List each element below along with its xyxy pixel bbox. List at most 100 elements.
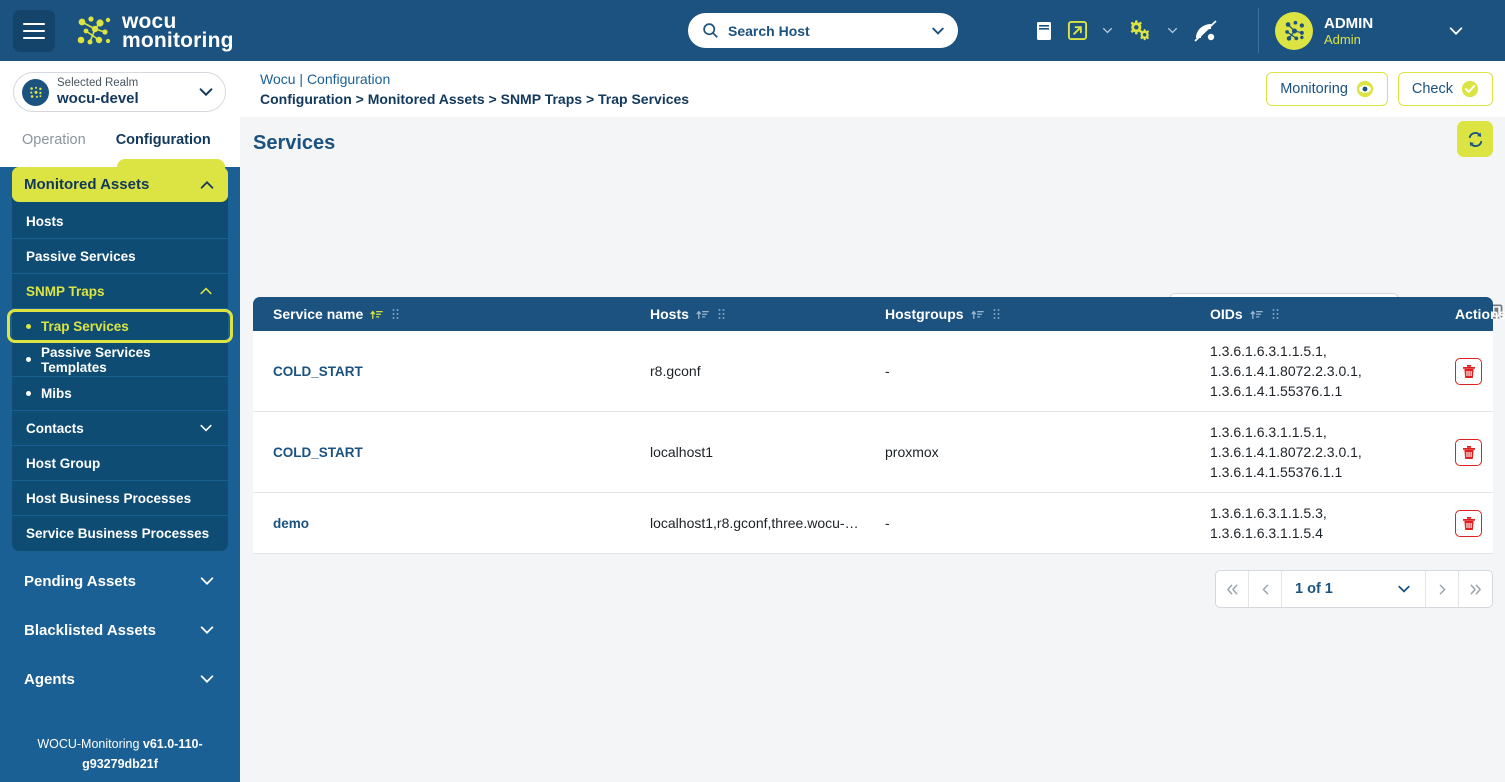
cell-hostgroups: -	[873, 492, 1198, 554]
sidebar-item-passive-services[interactable]: Passive Services	[12, 239, 228, 274]
check-circle-icon	[1461, 80, 1479, 98]
bullet-icon	[26, 357, 31, 362]
sidebar-group-blacklisted-assets[interactable]: Blacklisted Assets	[12, 611, 228, 649]
services-table-wrapper: Service name Hosts Hostgroups OIDs Actio…	[253, 297, 1505, 554]
pagination-first-button[interactable]	[1216, 571, 1249, 607]
external-link-chevron-icon[interactable]	[1097, 20, 1118, 41]
pagination-last-button[interactable]	[1459, 571, 1492, 607]
pagination-prev-button[interactable]	[1249, 571, 1282, 607]
column-header-hostgroups[interactable]: Hostgroups	[873, 297, 1198, 331]
eye-icon	[1356, 80, 1373, 98]
column-header-service-name[interactable]: Service name	[253, 297, 638, 331]
double-chevron-right-icon	[1470, 584, 1481, 594]
table-body: COLD_START r8.gconf - 1.3.6.1.6.3.1.1.5.…	[253, 331, 1493, 554]
cell-hostgroups: proxmox	[873, 411, 1198, 493]
chevron-down-icon[interactable]	[930, 23, 946, 39]
hosts-value: localhost1	[650, 444, 714, 460]
sort-icon[interactable]	[696, 307, 710, 321]
services-table: Service name Hosts Hostgroups OIDs Actio…	[253, 297, 1505, 554]
delete-button[interactable]	[1455, 357, 1482, 385]
pagination-next-button[interactable]	[1426, 571, 1459, 607]
sidebar-tabs: Operation Configuration	[0, 123, 240, 175]
brand-logo[interactable]: wocu monitoring	[77, 11, 234, 52]
chevron-down-icon	[200, 577, 214, 585]
page-header: Services	[240, 117, 1505, 169]
hamburger-menu-icon[interactable]	[13, 9, 55, 52]
gears-chevron-icon[interactable]	[1162, 20, 1183, 41]
external-link-icon[interactable]	[1063, 16, 1092, 45]
sidebar-item-trap-services[interactable]: Trap Services	[7, 309, 233, 343]
drag-handle-icon[interactable]	[717, 307, 726, 321]
sidebar-item-passive-services-templates[interactable]: Passive Services Templates	[12, 343, 228, 377]
cell-service-name: COLD_START	[253, 331, 638, 412]
sidebar-item-mibs[interactable]: Mibs	[12, 377, 228, 411]
app-version: WOCU-Monitoring v61.0-110-g93279db21f	[0, 734, 240, 774]
drag-handle-icon[interactable]	[1271, 307, 1280, 321]
sort-icon[interactable]	[971, 307, 985, 321]
drag-handle-icon[interactable]	[992, 307, 1001, 321]
cell-service-name: demo	[253, 492, 638, 554]
realm-chevron-down-icon[interactable]	[197, 83, 215, 101]
host-search-input[interactable]: Search Host	[688, 13, 958, 48]
sidebar-item-label: SNMP Traps	[26, 283, 105, 299]
sidebar-group-agents[interactable]: Agents	[12, 660, 228, 698]
sidebar-item-host-business-processes[interactable]: Host Business Processes	[12, 481, 228, 516]
trash-icon	[1462, 364, 1475, 378]
topbar-divider	[1258, 8, 1259, 53]
sort-icon[interactable]	[370, 307, 384, 321]
tab-configuration[interactable]: Configuration	[116, 123, 211, 148]
sidebar-group-pending-assets[interactable]: Pending Assets	[12, 562, 228, 600]
user-role: Admin	[1324, 32, 1361, 47]
sidebar-item-snmp-traps[interactable]: SNMP Traps	[12, 274, 228, 309]
brand-line2: monitoring	[122, 28, 234, 52]
delete-button[interactable]	[1455, 509, 1482, 537]
drag-handle-icon[interactable]	[391, 307, 400, 321]
chevron-right-icon	[1439, 584, 1445, 594]
sidebar-group-monitored-assets[interactable]: Monitored Assets	[12, 167, 228, 202]
user-chevron-down-icon[interactable]	[1447, 22, 1465, 40]
sidebar: Selected Realm wocu-devel Operation Conf…	[0, 61, 240, 782]
realm-selector[interactable]: Selected Realm wocu-devel	[13, 72, 226, 112]
table-row[interactable]: demo localhost1,r8.gconf,three.wocu-mo… …	[253, 492, 1493, 554]
check-button[interactable]: Check	[1397, 72, 1493, 106]
service-link[interactable]: COLD_START	[273, 364, 363, 379]
chevron-down-icon	[200, 626, 214, 634]
table-header-row: Service name Hosts Hostgroups OIDs Actio…	[253, 297, 1505, 331]
column-header-hosts[interactable]: Hosts	[638, 297, 873, 331]
cell-actions	[1443, 331, 1493, 412]
sidebar-group-label: Pending Assets	[24, 572, 136, 590]
realm-bar: Selected Realm wocu-devel	[0, 61, 240, 123]
sidebar-item-hosts[interactable]: Hosts	[12, 204, 228, 239]
sidebar-item-label: Host Business Processes	[26, 490, 192, 506]
satellite-off-icon[interactable]	[1188, 15, 1222, 47]
sidebar-item-contacts[interactable]: Contacts	[12, 411, 228, 446]
column-label: OIDs	[1210, 306, 1243, 322]
hosts-value: r8.gconf	[650, 363, 701, 379]
sidebar-item-host-group[interactable]: Host Group	[12, 446, 228, 481]
sidebar-item-service-business-processes[interactable]: Service Business Processes	[12, 516, 228, 551]
tab-operation[interactable]: Operation	[22, 123, 86, 148]
sidebar-item-label: Service Business Processes	[26, 526, 210, 541]
table-row[interactable]: COLD_START localhost1 proxmox 1.3.6.1.6.…	[253, 411, 1493, 493]
sort-icon[interactable]	[1250, 307, 1264, 321]
column-header-oids[interactable]: OIDs	[1198, 297, 1443, 331]
book-icon[interactable]	[1030, 16, 1058, 46]
sidebar-separator	[12, 551, 228, 562]
cell-actions	[1443, 492, 1493, 554]
page-title: Services	[253, 131, 336, 154]
service-link[interactable]: COLD_START	[273, 445, 363, 460]
gears-icon[interactable]	[1123, 15, 1157, 47]
pagination-page-select[interactable]: 1 of 1	[1282, 571, 1426, 607]
table-row[interactable]: COLD_START r8.gconf - 1.3.6.1.6.3.1.1.5.…	[253, 331, 1493, 412]
user-menu[interactable]: ADMIN Admin	[1275, 8, 1465, 54]
service-link[interactable]: demo	[273, 516, 309, 531]
refresh-button[interactable]	[1457, 121, 1493, 157]
delete-button[interactable]	[1455, 438, 1482, 466]
host-search-placeholder: Search Host	[728, 22, 810, 39]
main-content: Wocu | Configuration Configuration > Mon…	[240, 61, 1505, 782]
cell-hosts: localhost1	[638, 411, 873, 493]
realm-icon	[22, 78, 49, 106]
sidebar-item-label: Host Group	[26, 455, 101, 471]
column-label: Hosts	[650, 306, 689, 322]
monitoring-button[interactable]: Monitoring	[1266, 72, 1388, 106]
